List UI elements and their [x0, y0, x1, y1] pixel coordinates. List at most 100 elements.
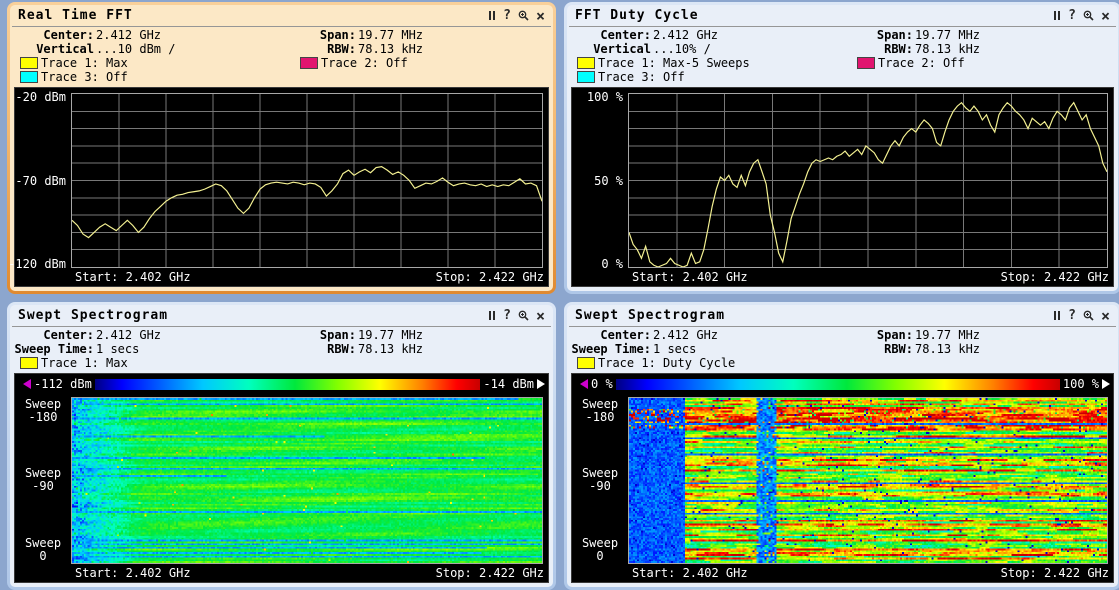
center-value: 2.412 GHz	[653, 328, 718, 342]
stop-freq-label: Stop: 2.422 GHz	[1001, 566, 1109, 580]
rbw-value: 78.13 kHz	[358, 342, 423, 356]
sweep-time-value: 1 secs	[653, 342, 696, 356]
start-freq-label: Start: 2.402 GHz	[75, 270, 191, 284]
colorbar-max-arrow-icon[interactable]	[1102, 379, 1110, 389]
y-axis-labels: -20 dBm -70 dBm -120 dBm	[15, 93, 71, 268]
trace-1-legend[interactable]: Trace 1: Max	[20, 356, 300, 370]
trace-3-swatch	[577, 71, 595, 83]
trace-1-swatch	[20, 57, 38, 69]
close-icon[interactable]: ×	[1101, 311, 1110, 321]
vertical-label: Vertical	[571, 42, 651, 56]
settings-readout: Center:2.412 GHz Span:19.77 MHz Sweep Ti…	[10, 327, 553, 356]
span-label: Span:	[871, 328, 913, 342]
trace-2-swatch	[857, 57, 875, 69]
zoom-icon[interactable]	[518, 310, 529, 321]
trace-3-legend[interactable]: Trace 3: Off	[577, 70, 857, 84]
start-freq-label: Start: 2.402 GHz	[75, 566, 191, 580]
rbw-value: 78.13 kHz	[915, 342, 980, 356]
sweep-time-label: Sweep Time:	[14, 342, 94, 356]
help-icon[interactable]: ?	[503, 11, 511, 21]
trace-1-swatch	[20, 357, 38, 369]
zoom-icon[interactable]	[518, 10, 529, 21]
fft-chart: -20 dBm -70 dBm -120 dBm Start: 2.402 GH…	[14, 87, 549, 287]
trace-1-swatch	[577, 57, 595, 69]
panel-real-time-fft: Real Time FFT ? × Center:2.412 GHz Span:…	[7, 2, 556, 294]
titlebar[interactable]: Swept Spectrogram ? ×	[567, 305, 1118, 325]
stop-freq-label: Stop: 2.422 GHz	[1001, 270, 1109, 284]
span-value: 19.77 MHz	[358, 328, 423, 342]
panel-swept-spectrogram-max: Swept Spectrogram ? × Center:2.412 GHz S…	[7, 302, 556, 590]
panel-title: FFT Duty Cycle	[575, 8, 699, 23]
pause-icon[interactable]	[1053, 311, 1061, 320]
colorbar-min-label: 0 %	[591, 377, 613, 391]
sweep-axis-labels: Sweep-180 Sweep-90 Sweep0	[15, 397, 71, 564]
center-label: Center:	[14, 28, 94, 42]
center-value: 2.412 GHz	[96, 328, 161, 342]
trace-1-legend[interactable]: Trace 1: Duty Cycle	[577, 356, 857, 370]
vertical-value: ...10% /	[653, 42, 711, 56]
spectrogram-chart: -112 dBm -14 dBm Sweep-180 Sweep-90 Swee…	[14, 373, 549, 583]
span-label: Span:	[871, 28, 913, 42]
colorbar-gradient	[95, 379, 481, 390]
help-icon[interactable]: ?	[503, 311, 511, 321]
zoom-icon[interactable]	[1083, 10, 1094, 21]
close-icon[interactable]: ×	[536, 11, 545, 21]
plot-area[interactable]	[71, 93, 543, 268]
trace-2-legend[interactable]: Trace 2: Off	[300, 56, 549, 70]
colorbar-max-arrow-icon[interactable]	[537, 379, 545, 389]
trace-1-legend[interactable]: Trace 1: Max-5 Sweeps	[577, 56, 857, 70]
trace-legend: Trace 1: Duty Cycle	[567, 356, 1118, 370]
pause-icon[interactable]	[1053, 11, 1061, 20]
trace-2-legend[interactable]: Trace 2: Off	[857, 56, 1114, 70]
close-icon[interactable]: ×	[536, 311, 545, 321]
pause-icon[interactable]	[488, 311, 496, 320]
colorbar-max-label: 100 %	[1063, 377, 1099, 391]
trace-legend: Trace 1: Max Trace 2: Off Trace 3: Off	[10, 56, 553, 84]
x-axis-labels: Start: 2.402 GHz Stop: 2.422 GHz	[15, 564, 548, 582]
colorbar-min-arrow-icon[interactable]	[580, 379, 588, 389]
panel-grid: Real Time FFT ? × Center:2.412 GHz Span:…	[0, 0, 1119, 590]
rbw-label: RBW:	[871, 42, 913, 56]
titlebar[interactable]: FFT Duty Cycle ? ×	[567, 5, 1118, 25]
colorbar-min-label: -112 dBm	[34, 377, 92, 391]
trace-3-swatch	[20, 71, 38, 83]
spectrogram-plot[interactable]	[628, 397, 1108, 564]
span-label: Span:	[314, 328, 356, 342]
colorbar-gradient	[616, 379, 1060, 390]
span-value: 19.77 MHz	[915, 328, 980, 342]
center-label: Center:	[14, 328, 94, 342]
titlebar[interactable]: Real Time FFT ? ×	[10, 5, 553, 25]
stop-freq-label: Stop: 2.422 GHz	[436, 270, 544, 284]
settings-readout: Center:2.412 GHz Span:19.77 MHz Vertical…	[567, 27, 1118, 56]
pause-icon[interactable]	[488, 11, 496, 20]
trace-2-swatch	[300, 57, 318, 69]
trace-3-legend[interactable]: Trace 3: Off	[20, 70, 300, 84]
start-freq-label: Start: 2.402 GHz	[632, 270, 748, 284]
center-value: 2.412 GHz	[96, 28, 161, 42]
center-label: Center:	[571, 28, 651, 42]
colorbar: 0 % 100 %	[572, 374, 1113, 392]
close-icon[interactable]: ×	[1101, 11, 1110, 21]
rbw-value: 78.13 kHz	[358, 42, 423, 56]
trace-legend: Trace 1: Max-5 Sweeps Trace 2: Off Trace…	[567, 56, 1118, 84]
rbw-label: RBW:	[314, 342, 356, 356]
sweep-time-value: 1 secs	[96, 342, 139, 356]
stop-freq-label: Stop: 2.422 GHz	[436, 566, 544, 580]
titlebar[interactable]: Swept Spectrogram ? ×	[10, 305, 553, 325]
x-axis-labels: Start: 2.402 GHz Stop: 2.422 GHz	[15, 268, 548, 286]
span-value: 19.77 MHz	[358, 28, 423, 42]
span-label: Span:	[314, 28, 356, 42]
rbw-value: 78.13 kHz	[915, 42, 980, 56]
spectrogram-chart: 0 % 100 % Sweep-180 Sweep-90 Sweep0	[571, 373, 1114, 583]
sweep-time-label: Sweep Time:	[571, 342, 651, 356]
trace-1-legend[interactable]: Trace 1: Max	[20, 56, 300, 70]
rbw-label: RBW:	[871, 342, 913, 356]
spectrogram-plot[interactable]	[71, 397, 543, 564]
zoom-icon[interactable]	[1083, 310, 1094, 321]
plot-area[interactable]	[628, 93, 1108, 268]
help-icon[interactable]: ?	[1068, 11, 1076, 21]
panel-swept-spectrogram-duty: Swept Spectrogram ? × Center:2.412 GHz S…	[564, 302, 1119, 590]
colorbar-min-arrow-icon[interactable]	[23, 379, 31, 389]
span-value: 19.77 MHz	[915, 28, 980, 42]
help-icon[interactable]: ?	[1068, 311, 1076, 321]
